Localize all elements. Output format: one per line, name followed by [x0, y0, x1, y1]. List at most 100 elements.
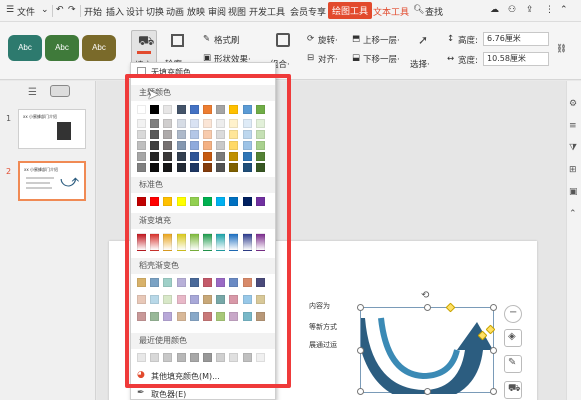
- theme-shade-swatch[interactable]: [229, 152, 239, 161]
- recent-color-swatch[interactable]: [137, 353, 146, 362]
- outline-view-icon[interactable]: ☰: [28, 87, 37, 98]
- daoke-gradient-swatch[interactable]: [229, 295, 239, 304]
- select-button[interactable]: ➚ 选择·: [408, 30, 438, 72]
- theme-shade-swatch[interactable]: [255, 163, 265, 172]
- rotate-handle-icon[interactable]: ⟲: [421, 290, 429, 301]
- tab-text-tools[interactable]: 文本工具: [373, 5, 409, 18]
- theme-shade-swatch[interactable]: [163, 141, 173, 150]
- theme-shade-swatch[interactable]: [176, 163, 186, 172]
- recent-color-swatch[interactable]: [176, 353, 186, 362]
- settings-icon[interactable]: ⚙: [569, 99, 577, 109]
- daoke-gradient-swatch[interactable]: [137, 312, 146, 321]
- more-icon[interactable]: ⋮: [545, 5, 554, 15]
- theme-shade-swatch[interactable]: [229, 130, 239, 139]
- theme-shade-swatch[interactable]: [189, 141, 199, 150]
- gradient-swatch[interactable]: [242, 233, 252, 251]
- standard-color-swatch[interactable]: [163, 197, 173, 206]
- shape-style-2[interactable]: Abc: [45, 35, 79, 61]
- theme-shade-swatch[interactable]: [229, 163, 239, 172]
- theme-color-swatch[interactable]: [229, 105, 239, 114]
- align-button[interactable]: 对齐·: [318, 53, 338, 65]
- shape-style-3[interactable]: Abc: [82, 35, 116, 61]
- theme-color-swatch[interactable]: [242, 105, 252, 114]
- theme-shade-swatch[interactable]: [150, 152, 160, 161]
- rotate-icon[interactable]: ⟳: [307, 34, 314, 44]
- theme-shade-swatch[interactable]: [137, 119, 146, 128]
- theme-color-swatch[interactable]: [189, 105, 199, 114]
- bring-forward-button[interactable]: 上移一层·: [363, 34, 400, 46]
- recent-color-swatch[interactable]: [150, 353, 160, 362]
- tab-design[interactable]: 设计: [126, 5, 144, 18]
- collapse-float-button[interactable]: −: [504, 305, 522, 323]
- daoke-gradient-swatch[interactable]: [189, 295, 199, 304]
- slide-thumbnail-1[interactable]: xx 小蜜蜂部门介绍: [18, 109, 86, 149]
- properties-icon[interactable]: ≡: [569, 121, 577, 131]
- daoke-gradient-swatch[interactable]: [176, 278, 186, 287]
- daoke-gradient-swatch[interactable]: [255, 278, 265, 287]
- tab-animation[interactable]: 动画: [166, 5, 184, 18]
- recent-color-swatch[interactable]: [216, 353, 226, 362]
- pen-icon[interactable]: ✎: [504, 355, 522, 373]
- theme-shade-swatch[interactable]: [229, 141, 239, 150]
- theme-shade-swatch[interactable]: [255, 152, 265, 161]
- recent-color-swatch[interactable]: [163, 353, 173, 362]
- theme-shade-swatch[interactable]: [137, 130, 146, 139]
- gradient-swatch[interactable]: [255, 233, 265, 251]
- tab-review[interactable]: 审阅: [208, 5, 226, 18]
- theme-shade-swatch[interactable]: [189, 119, 199, 128]
- cloud-sync-icon[interactable]: ☁: [490, 5, 499, 15]
- filter-icon[interactable]: ⧩: [569, 143, 577, 153]
- daoke-gradient-swatch[interactable]: [150, 312, 160, 321]
- search-icon[interactable]: 🔍︎: [413, 5, 424, 15]
- theme-shade-swatch[interactable]: [203, 141, 212, 150]
- theme-shade-swatch[interactable]: [137, 163, 146, 172]
- send-backward-icon[interactable]: ⬓: [352, 53, 360, 63]
- theme-shade-swatch[interactable]: [242, 119, 252, 128]
- recent-color-swatch[interactable]: [242, 353, 252, 362]
- menu-file[interactable]: 文件: [17, 5, 35, 18]
- send-backward-button[interactable]: 下移一层·: [363, 53, 400, 65]
- theme-color-swatch[interactable]: [203, 105, 212, 114]
- theme-color-swatch[interactable]: [163, 105, 173, 114]
- theme-shade-swatch[interactable]: [150, 130, 160, 139]
- bring-forward-icon[interactable]: ⬒: [352, 34, 360, 44]
- theme-shade-swatch[interactable]: [163, 130, 173, 139]
- undo-icon[interactable]: ↶: [56, 5, 64, 15]
- recent-color-swatch[interactable]: [203, 353, 212, 362]
- standard-color-swatch[interactable]: [189, 197, 199, 206]
- daoke-gradient-swatch[interactable]: [137, 278, 146, 287]
- tab-member[interactable]: 会员专享: [290, 5, 326, 18]
- tab-view[interactable]: 视图: [228, 5, 246, 18]
- theme-shade-swatch[interactable]: [189, 130, 199, 139]
- layers-icon[interactable]: ◈: [504, 329, 522, 347]
- recent-color-swatch[interactable]: [255, 353, 265, 362]
- theme-shade-swatch[interactable]: [203, 163, 212, 172]
- daoke-gradient-swatch[interactable]: [203, 295, 212, 304]
- standard-color-swatch[interactable]: [203, 197, 212, 206]
- u-turn-arrow-shape[interactable]: [361, 308, 495, 394]
- tab-transition[interactable]: 切换: [146, 5, 164, 18]
- lock-ratio-icon[interactable]: ⛓: [556, 44, 567, 54]
- no-fill-option[interactable]: 无填充颜色: [131, 65, 275, 79]
- slide-thumbnail-2[interactable]: xx 小蜜蜂部门介绍 ⤻: [18, 161, 86, 201]
- tab-insert[interactable]: 插入: [106, 5, 124, 18]
- theme-shade-swatch[interactable]: [216, 130, 226, 139]
- daoke-gradient-swatch[interactable]: [203, 312, 212, 321]
- gradient-swatch[interactable]: [163, 233, 173, 251]
- theme-shade-swatch[interactable]: [150, 141, 160, 150]
- theme-shade-swatch[interactable]: [137, 152, 146, 161]
- gradient-swatch[interactable]: [203, 233, 212, 251]
- standard-color-swatch[interactable]: [176, 197, 186, 206]
- tab-drawing-tools[interactable]: 绘图工具: [328, 2, 373, 19]
- format-brush-icon[interactable]: ✎: [203, 34, 210, 44]
- daoke-gradient-swatch[interactable]: [216, 312, 226, 321]
- theme-shade-swatch[interactable]: [242, 141, 252, 150]
- daoke-gradient-swatch[interactable]: [189, 278, 199, 287]
- theme-color-swatch[interactable]: [216, 105, 226, 114]
- gradient-swatch[interactable]: [176, 233, 186, 251]
- theme-shade-swatch[interactable]: [189, 163, 199, 172]
- align-icon[interactable]: ⊟: [307, 53, 314, 63]
- selected-shape[interactable]: ⟲: [357, 290, 497, 395]
- daoke-gradient-swatch[interactable]: [137, 295, 146, 304]
- daoke-gradient-swatch[interactable]: [229, 278, 239, 287]
